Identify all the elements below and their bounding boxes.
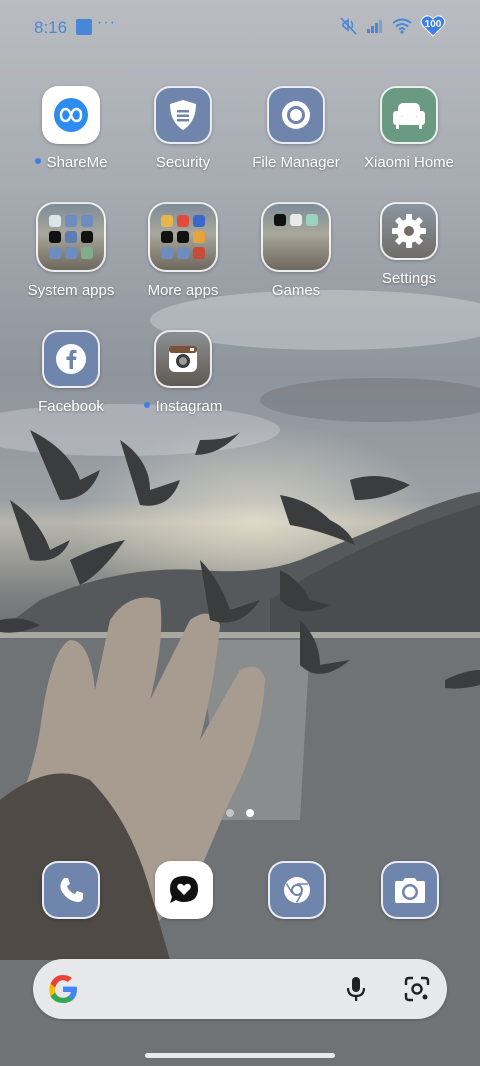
signal-icon [367,20,382,33]
dock-messages[interactable] [155,861,213,919]
battery-level: 100 [424,19,442,30]
message-heart-icon[interactable] [155,861,213,919]
app-label: ShareMe [15,154,127,172]
square-notification-icon [76,19,92,35]
new-indicator-dot [143,402,150,409]
more-notifications-icon: ··· [97,14,116,31]
chrome-icon[interactable] [268,861,326,919]
new-indicator-dot [34,158,41,165]
gear-icon[interactable] [380,202,438,260]
facebook-icon[interactable] [42,330,100,388]
app-security[interactable]: Security [127,86,239,172]
sofa-icon[interactable] [380,86,438,144]
shield-icon[interactable] [154,86,212,144]
app-facebook[interactable]: Facebook [15,330,127,416]
folder-icon[interactable] [148,202,218,272]
infinity-icon[interactable] [42,86,100,144]
app-label: Games [271,282,321,299]
app-label: Xiaomi Home [363,154,455,171]
folder-icon[interactable] [261,202,331,272]
google-g-icon [49,975,77,1003]
dock-phone[interactable] [42,861,100,919]
app-xiaomi-home[interactable]: Xiaomi Home [353,86,465,172]
folder-system-apps[interactable]: System apps [15,202,127,300]
camera-icon[interactable] [154,330,212,388]
wifi-icon [392,18,412,34]
app-shareme[interactable]: ShareMe [15,86,127,172]
microphone-icon[interactable] [345,975,367,1003]
phone-icon[interactable] [42,861,100,919]
status-time: 8:16 [34,18,68,37]
app-instagram[interactable]: Instagram [127,330,239,416]
app-label: Instagram [127,398,239,416]
app-label: File Manager [252,154,340,171]
page-indicator[interactable] [226,809,254,817]
home-gesture-bar[interactable] [145,1053,335,1058]
app-label: Settings [381,270,437,287]
mute-icon [340,17,357,35]
lens-icon[interactable] [403,975,431,1003]
folder-more-apps[interactable]: More apps [127,202,239,300]
app-label: System apps [27,282,115,299]
battery-heart-icon: 100 [420,15,446,37]
camera-icon[interactable] [381,861,439,919]
dock-chrome[interactable] [268,861,326,919]
google-search-bar[interactable] [33,959,447,1019]
page-dot-active[interactable] [246,809,254,817]
folder-games[interactable]: Games [240,202,352,300]
page-dot[interactable] [226,809,234,817]
dock-camera[interactable] [381,861,439,919]
ring-icon[interactable] [267,86,325,144]
status-icons: 100 [338,15,446,37]
app-label: Security [155,154,211,171]
folder-icon[interactable] [36,202,106,272]
status-bar: 8:16 ··· 100 [0,0,480,56]
app-name: Instagram [155,398,223,415]
app-label: More apps [147,282,219,299]
app-file-manager[interactable]: File Manager [240,86,352,172]
app-settings[interactable]: Settings [353,202,465,288]
app-name: ShareMe [46,154,108,171]
app-label: Facebook [38,398,104,415]
